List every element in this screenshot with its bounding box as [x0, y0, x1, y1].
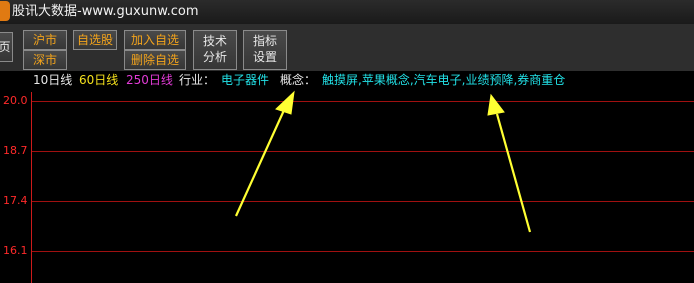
annotation-arrows — [234, 90, 532, 233]
arrow-to-concept — [487, 93, 532, 233]
arrow-to-industry — [234, 90, 295, 217]
